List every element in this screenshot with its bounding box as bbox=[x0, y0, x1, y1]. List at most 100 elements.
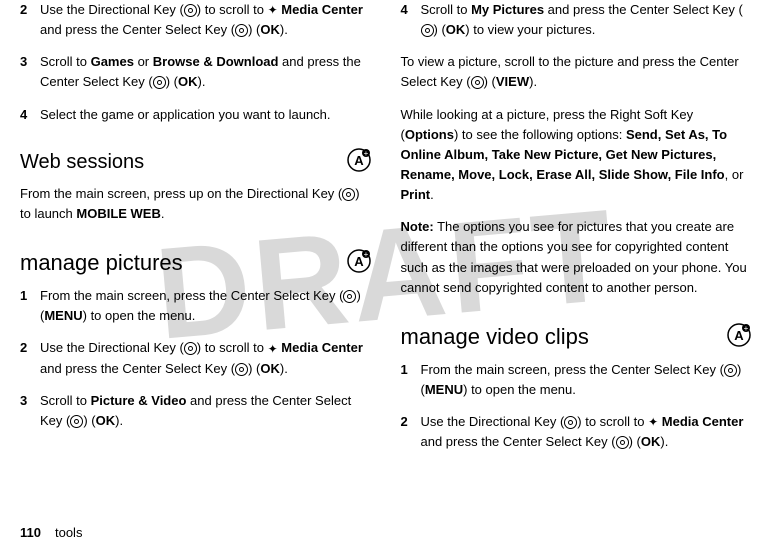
ok-label: OK bbox=[260, 22, 280, 37]
ok-label: OK bbox=[641, 434, 661, 449]
text: ) to scroll to bbox=[197, 340, 268, 355]
text: ) to open the menu. bbox=[83, 308, 196, 323]
center-select-key-icon bbox=[70, 415, 83, 428]
center-select-key-icon bbox=[616, 436, 629, 449]
step-text: Scroll to Games or Browse & Download and… bbox=[40, 52, 371, 92]
text: and press the Center Select Key ( bbox=[544, 2, 743, 17]
ok-label: OK bbox=[96, 413, 116, 428]
text: ) to see the following options: bbox=[454, 127, 626, 142]
text: ) ( bbox=[166, 74, 178, 89]
text: ). bbox=[280, 361, 288, 376]
text: or bbox=[134, 54, 153, 69]
step-text: From the main screen, press the Center S… bbox=[421, 360, 752, 400]
text: , or bbox=[725, 167, 744, 182]
center-select-key-icon bbox=[153, 76, 166, 89]
text: ) to scroll to bbox=[577, 414, 648, 429]
step-text: Select the game or application you want … bbox=[40, 105, 371, 125]
feature-badge-icon: A+ bbox=[347, 148, 371, 172]
text: ) ( bbox=[248, 361, 260, 376]
ok-label: OK bbox=[178, 74, 198, 89]
svg-text:+: + bbox=[744, 324, 749, 333]
options-label: Options bbox=[405, 127, 454, 142]
text: Use the Directional Key ( bbox=[421, 414, 565, 429]
step-3: 3 Scroll to Picture & Video and press th… bbox=[20, 391, 371, 431]
text: Use the Directional Key ( bbox=[40, 340, 184, 355]
directional-key-icon bbox=[342, 188, 355, 201]
view-picture-paragraph: To view a picture, scroll to the picture… bbox=[401, 52, 752, 92]
step-number: 3 bbox=[20, 391, 40, 431]
text: ). bbox=[660, 434, 668, 449]
text: . bbox=[430, 187, 434, 202]
center-select-key-icon bbox=[235, 24, 248, 37]
page-number: 110 bbox=[20, 525, 41, 540]
media-icon: ✦ bbox=[648, 413, 658, 432]
directional-key-icon bbox=[184, 342, 197, 355]
step-number: 1 bbox=[401, 360, 421, 400]
step-text: Scroll to Picture & Video and press the … bbox=[40, 391, 371, 431]
text: ) to scroll to bbox=[197, 2, 268, 17]
text: . bbox=[161, 206, 165, 221]
text: ) ( bbox=[629, 434, 641, 449]
ok-label: OK bbox=[260, 361, 280, 376]
directional-key-icon bbox=[564, 416, 577, 429]
feature-badge-icon: A+ bbox=[727, 323, 751, 347]
directional-key-icon bbox=[184, 4, 197, 17]
step-number: 4 bbox=[20, 105, 40, 125]
text: Scroll to bbox=[40, 54, 91, 69]
step-2: 2 Use the Directional Key ( ) to scroll t… bbox=[401, 412, 752, 452]
manage-pictures-heading: manage pictures bbox=[20, 246, 183, 280]
step-text: Use the Directional Key () to scroll to … bbox=[421, 412, 752, 452]
text: ) ( bbox=[434, 22, 446, 37]
options-paragraph: While looking at a picture, press the Ri… bbox=[401, 105, 752, 206]
browse-download-label: Browse & Download bbox=[153, 54, 279, 69]
mobile-web-label: MOBILE WEB bbox=[76, 206, 161, 221]
center-select-key-icon bbox=[471, 76, 484, 89]
step-text: Scroll to My Pictures and press the Cent… bbox=[421, 0, 752, 40]
note-paragraph: Note: The options you see for pictures t… bbox=[401, 217, 752, 298]
feature-badge-icon: A+ bbox=[347, 249, 371, 273]
step-number: 2 bbox=[401, 412, 421, 452]
step-1: 1 From the main screen, press the Center… bbox=[401, 360, 752, 400]
media-center-label: Media Center bbox=[662, 414, 744, 429]
step-text: Use the Directional Key () to scroll to … bbox=[40, 338, 371, 378]
text: ). bbox=[115, 413, 123, 428]
step-text: Use the Directional Key () to scroll to … bbox=[40, 0, 371, 40]
print-label: Print bbox=[401, 187, 431, 202]
text: Scroll to bbox=[40, 393, 91, 408]
text: ) to view your pictures. bbox=[465, 22, 595, 37]
media-center-label: Media Center bbox=[281, 340, 363, 355]
step-number: 2 bbox=[20, 338, 40, 378]
media-icon: ✦ bbox=[268, 340, 278, 359]
text: To view a picture, scroll to the picture… bbox=[401, 54, 739, 89]
note-label: Note: bbox=[401, 219, 434, 234]
text: ) to open the menu. bbox=[463, 382, 576, 397]
menu-label: MENU bbox=[425, 382, 463, 397]
page-footer: 110tools bbox=[20, 525, 82, 540]
step-number: 3 bbox=[20, 52, 40, 92]
left-column: 2 Use the Directional Key ( ) to scroll t… bbox=[20, 0, 371, 464]
text: ) ( bbox=[83, 413, 95, 428]
text: ). bbox=[529, 74, 537, 89]
text: ) ( bbox=[484, 74, 496, 89]
right-column: 4 Scroll to My Pictures and press the Ce… bbox=[401, 0, 752, 464]
text: Use the Directional Key ( bbox=[40, 2, 184, 17]
menu-label: MENU bbox=[44, 308, 82, 323]
svg-text:+: + bbox=[363, 250, 368, 259]
step-text: From the main screen, press the Center S… bbox=[40, 286, 371, 326]
text: ) ( bbox=[248, 22, 260, 37]
text: and press the Center Select Key ( bbox=[40, 361, 235, 376]
my-pictures-label: My Pictures bbox=[471, 2, 544, 17]
picture-video-label: Picture & Video bbox=[91, 393, 187, 408]
step-number: 2 bbox=[20, 0, 40, 40]
step-3: 3 Scroll to Games or Browse & Download a… bbox=[20, 52, 371, 92]
media-icon: ✦ bbox=[268, 1, 278, 20]
media-center-label: Media Center bbox=[281, 2, 363, 17]
svg-text:+: + bbox=[363, 149, 368, 158]
text: Scroll to bbox=[421, 2, 472, 17]
step-number: 1 bbox=[20, 286, 40, 326]
text: and press the Center Select Key ( bbox=[40, 22, 235, 37]
text: From the main screen, press the Center S… bbox=[421, 362, 724, 377]
step-4: 4 Select the game or application you wan… bbox=[20, 105, 371, 125]
center-select-key-icon bbox=[724, 364, 737, 377]
text: ). bbox=[198, 74, 206, 89]
